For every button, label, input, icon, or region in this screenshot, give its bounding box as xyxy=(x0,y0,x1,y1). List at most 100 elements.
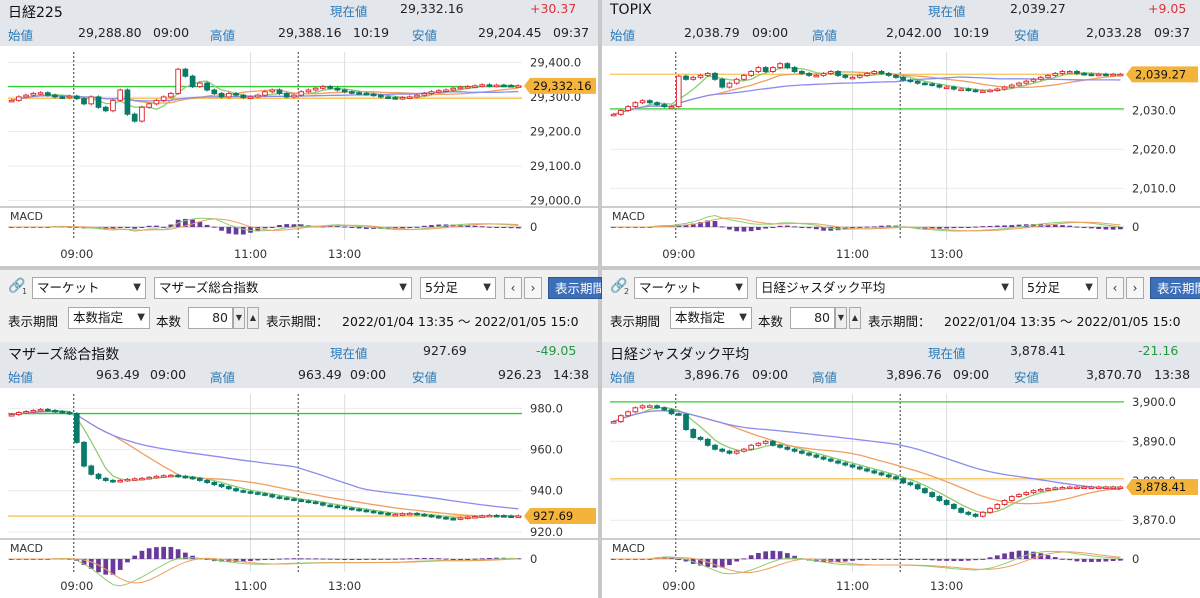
candle-body xyxy=(965,511,972,515)
candle-body xyxy=(1052,72,1059,76)
macd-histogram-bar xyxy=(407,558,413,560)
macd-histogram-bar xyxy=(327,558,333,560)
candle-body xyxy=(414,512,420,516)
macd-histogram-bar xyxy=(1118,559,1123,561)
candle-body xyxy=(1066,486,1073,490)
macd-histogram-bar xyxy=(1060,558,1065,560)
candle-body xyxy=(95,473,102,479)
x-tick-label: 13:00 xyxy=(930,579,963,593)
chart-control-bar: 🔗 1 マーケット ▼ マザーズ総合指数 ▼ 5分足 ▼ ‹ › 表示期間 表示期間 … xyxy=(0,270,602,342)
candle-body xyxy=(291,498,297,501)
macd-histogram-bar xyxy=(356,227,362,229)
candle-body xyxy=(435,90,442,93)
current-label: 現在値 xyxy=(928,346,966,361)
candle-body xyxy=(95,96,102,108)
count-increment-button[interactable]: ▲ xyxy=(247,307,259,329)
market-select[interactable]: マーケット ▼ xyxy=(32,277,146,299)
candle-body xyxy=(377,511,384,515)
period-mode-select[interactable]: 本数指定 ▼ xyxy=(670,307,752,329)
price-chart[interactable]: 980.0 960.0 940.0 920.0 927.69 MACD 0 09:00 11:0… xyxy=(0,388,598,598)
macd-histogram-bar xyxy=(117,559,123,570)
macd-histogram-bar xyxy=(400,227,405,229)
macd-histogram-bar xyxy=(770,227,776,228)
candle-body xyxy=(153,475,160,479)
macd-histogram-bar xyxy=(929,559,935,561)
candle-body xyxy=(733,450,740,454)
price-chart[interactable]: 29,400.029,300.029,200.029,100.029,000.0… xyxy=(0,46,598,266)
chart-panel-topix: TOPIX 現在値 2,039.27 +9.05 始値 2,038.79 09:… xyxy=(602,0,1200,266)
price-chart[interactable]: 3,900.03,890.03,880.03,870.03,878.41MACD… xyxy=(602,388,1200,598)
macd-histogram-bar xyxy=(436,558,442,560)
macd-histogram-bar xyxy=(879,558,884,560)
interval-select[interactable]: 5分足 ▼ xyxy=(420,277,496,299)
candle-body xyxy=(66,412,73,415)
price-chart[interactable]: 2,030.0 2,020.0 2,010.0 2,039.27 MACD 0 09:00 1… xyxy=(602,46,1200,266)
index-select[interactable]: マザーズ総合指数 ▼ xyxy=(154,277,412,299)
next-button[interactable]: › xyxy=(524,277,542,299)
macd-histogram-bar xyxy=(465,559,471,560)
macd-histogram-bar xyxy=(1067,559,1073,561)
macd-histogram-bar xyxy=(1060,225,1065,227)
next-button[interactable]: › xyxy=(1126,277,1144,299)
candle-body xyxy=(298,91,305,96)
chevron-down-icon: ▼ xyxy=(1085,282,1093,293)
candle-body xyxy=(791,448,798,452)
prev-button[interactable]: ‹ xyxy=(1106,277,1124,299)
candle-body xyxy=(276,89,283,94)
macd-histogram-bar xyxy=(342,226,347,228)
macd-histogram-bar xyxy=(125,559,130,563)
prev-button[interactable]: ‹ xyxy=(504,277,522,299)
macd-histogram-bar xyxy=(951,227,957,229)
index-select-value: マザーズ総合指数 xyxy=(159,280,259,295)
candle-body xyxy=(44,408,51,412)
macd-histogram-bar xyxy=(994,555,1000,559)
index-select[interactable]: 日経ジャスダック平均 ▼ xyxy=(756,277,1014,299)
count-input[interactable]: 80 xyxy=(790,307,835,329)
candle-body xyxy=(675,413,682,416)
macd-histogram-bar xyxy=(727,559,732,566)
candle-body xyxy=(878,70,885,74)
period-mode-select[interactable]: 本数指定 ▼ xyxy=(68,307,150,329)
candle-body xyxy=(131,478,138,481)
period-mode-value: 本数指定 xyxy=(675,310,726,325)
macd-histogram-bar xyxy=(980,226,986,228)
candle-body xyxy=(1001,86,1008,90)
macd-histogram-bar xyxy=(219,227,224,231)
macd-histogram-bar xyxy=(472,558,478,560)
macd-histogram-bar xyxy=(1052,557,1058,559)
macd-histogram-bar xyxy=(421,558,427,560)
count-increment-button[interactable]: ▲ xyxy=(849,307,861,329)
macd-histogram-bar xyxy=(1074,559,1080,562)
low-label: 安値 xyxy=(1014,370,1040,385)
candle-body xyxy=(813,74,820,78)
count-input[interactable]: 80 xyxy=(188,307,233,329)
quote-header: マザーズ総合指数 現在値 927.69 -49.05 始値 963.49 09:… xyxy=(0,342,598,388)
y-tick-label: 920.0 xyxy=(530,525,563,539)
candle-body xyxy=(1074,70,1080,74)
count-decrement-button[interactable]: ▼ xyxy=(233,307,245,329)
candle-body xyxy=(204,479,210,483)
candle-body xyxy=(871,470,878,474)
high-label: 高値 xyxy=(812,28,838,43)
interval-select-value: 5分足 xyxy=(425,280,458,295)
candle-body xyxy=(704,438,711,446)
interval-select[interactable]: 5分足 ▼ xyxy=(1022,277,1098,299)
chart-background xyxy=(0,46,598,266)
count-decrement-button[interactable]: ▼ xyxy=(835,307,847,329)
candle-body xyxy=(262,91,268,96)
show-period-button[interactable]: 表示期間 xyxy=(548,277,602,299)
candle-body xyxy=(211,89,218,94)
market-select[interactable]: マーケット ▼ xyxy=(634,277,748,299)
high-value: 3,896.76 xyxy=(886,367,942,382)
candle-body xyxy=(399,513,406,516)
show-period-button[interactable]: 表示期間 xyxy=(1150,277,1200,299)
candle-body xyxy=(668,409,675,415)
y-tick-label: 29,000.0 xyxy=(530,194,581,208)
macd-histogram-bar xyxy=(727,227,732,230)
macd-histogram-bar xyxy=(1052,224,1058,227)
candle-body xyxy=(690,429,697,438)
macd-histogram-bar xyxy=(871,559,877,560)
candle-body xyxy=(871,70,878,74)
macd-histogram-bar xyxy=(110,559,116,575)
chart-panel-nikkei225: 日経225 現在値 29,332.16 +30.37 始値 29,288.80 … xyxy=(0,0,598,266)
